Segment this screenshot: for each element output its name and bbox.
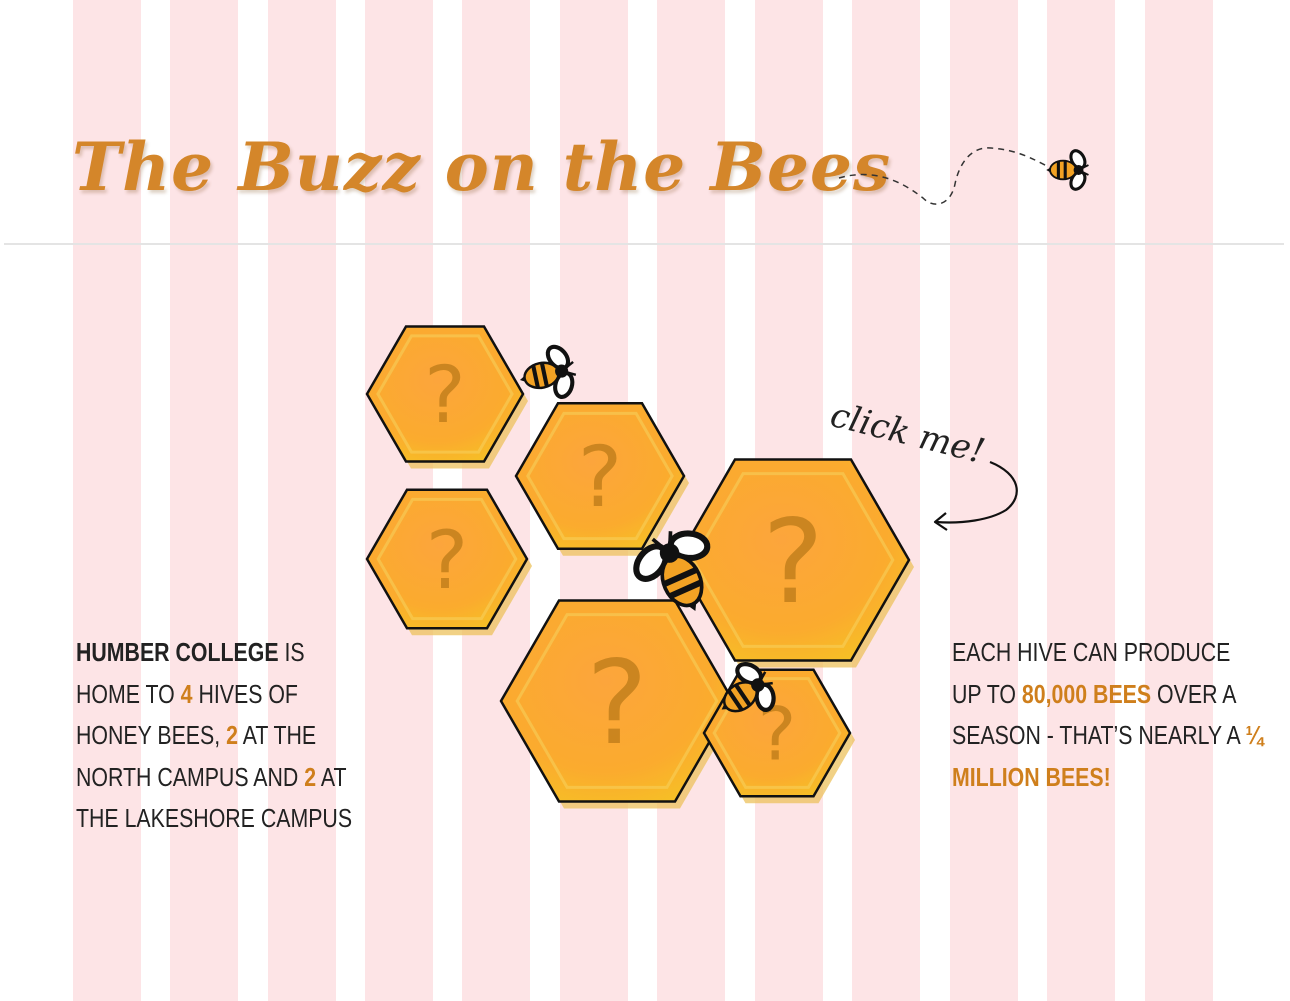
college-name: Humber College (76, 637, 279, 667)
honeycomb-hex-1[interactable]: ? (365, 325, 528, 469)
right-fact-text: Each hive can produce up to 80,000 bees … (952, 632, 1264, 798)
bee-count: 80,000 bees (1021, 678, 1152, 709)
page-title: The Buzz on the Bees (72, 128, 892, 206)
honeycomb-cluster: ?????? (365, 325, 914, 809)
left-fact-text: Humber College is home to 4 hives of hon… (76, 632, 371, 840)
question-mark: ? (578, 428, 623, 526)
curved-arrow-icon (933, 460, 1018, 531)
flying-bee-graphic (838, 147, 1089, 205)
north-campus-count: 2 (226, 720, 238, 750)
question-mark: ? (586, 636, 648, 771)
question-mark: ? (762, 495, 824, 630)
honeycomb-hex-5[interactable]: ? (499, 599, 738, 809)
honeycomb-hex-3[interactable]: ? (365, 488, 532, 636)
header-divider (4, 243, 1284, 245)
honeycomb-hex-4[interactable]: ? (675, 458, 914, 668)
honeycomb-hex-2[interactable]: ? (514, 402, 689, 556)
lakeshore-campus-count: 2 (304, 761, 317, 792)
question-mark: ? (426, 514, 468, 607)
dashed-flight-path-icon (838, 147, 1048, 205)
bee-icon (1046, 149, 1089, 191)
question-mark: ? (424, 351, 465, 441)
hive-count: 4 (180, 678, 193, 709)
